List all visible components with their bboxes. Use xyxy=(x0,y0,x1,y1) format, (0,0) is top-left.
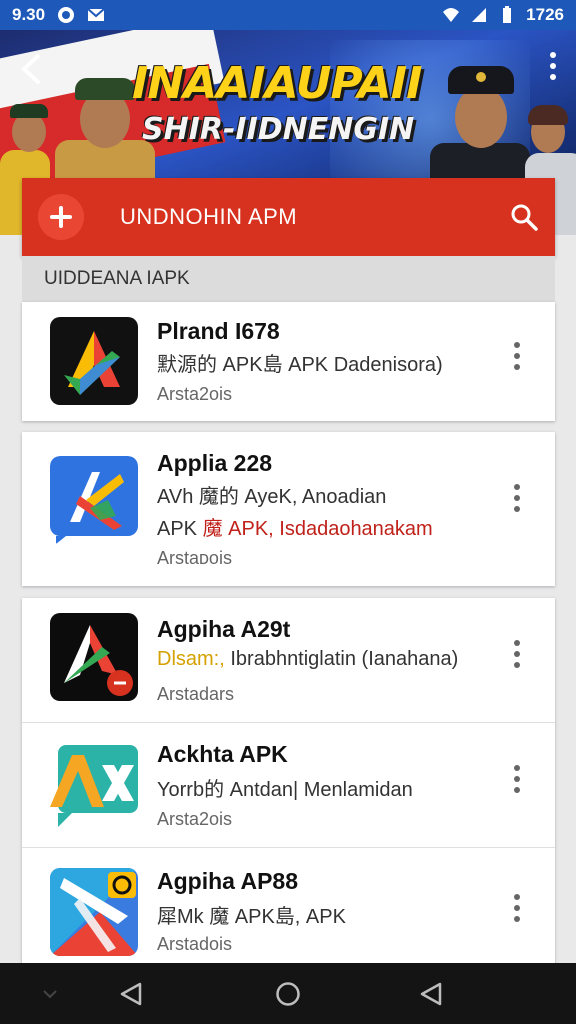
list-item[interactable]: Agpiha AP88 犀Mk 魔 APK島, APK Arstadois xyxy=(22,848,555,968)
app-description: Yorrb的 Antdan| Menlamidan xyxy=(157,779,413,801)
battery-icon xyxy=(503,6,512,23)
list-item[interactable]: Applia 228 AVh 魔的 AyeK, Anoadian APK 魔 A… xyxy=(22,432,555,586)
app-meta: Arstaᴅois xyxy=(157,548,232,568)
app-card: Plrand I678 默源的 APK島 APK Dadenisora) Ars… xyxy=(22,302,555,421)
app-meta: Arstadars xyxy=(157,684,235,704)
app-bar: UNDNOHIN APM xyxy=(22,178,555,256)
list-item[interactable]: Agpiha A29t Dlsam:, Ibrabhntiglatin (Ian… xyxy=(22,598,555,722)
back-triangle-icon[interactable] xyxy=(118,981,144,1007)
app-description: Dlsam:, Ibrabhntiglatin (Ianahana) xyxy=(157,648,458,671)
overflow-menu-icon[interactable] xyxy=(550,52,556,85)
navigation-bar xyxy=(0,963,576,1024)
play-triangle-icon xyxy=(50,868,138,956)
back-arrow-icon[interactable] xyxy=(18,52,44,86)
status-bar: 9.30 1726 xyxy=(0,0,576,30)
app-name: Ackhta APK xyxy=(157,741,288,767)
app-bar-title: UNDNOHIN APM xyxy=(120,204,298,229)
app-meta: Arsta2ois xyxy=(157,809,233,829)
app-card: Applia 228 AVh 魔的 AyeK, Anoadian APK 魔 A… xyxy=(22,432,555,586)
ax-blue-icon xyxy=(50,456,138,544)
home-circle-icon[interactable] xyxy=(275,981,301,1007)
recents-icon[interactable] xyxy=(418,981,444,1007)
wifi-icon xyxy=(443,8,460,22)
app-meta: Arsta2ois xyxy=(157,384,233,404)
app-description: 默源的 APK島 APK Dadenisora) xyxy=(157,354,443,376)
chevron-down-icon[interactable] xyxy=(40,987,60,1001)
signal-icon xyxy=(472,8,487,22)
hero-title-line1: INAAIAUPAII xyxy=(132,58,422,109)
ax-yellow-icon xyxy=(50,739,138,827)
black-triangle-icon xyxy=(50,613,138,701)
app-description-highlight: Dlsam:, xyxy=(157,648,225,670)
row-menu-icon[interactable] xyxy=(514,484,520,517)
app-description-red: 魔 APK, Isdadaohanakam xyxy=(202,518,433,540)
section-header: UIDDEANA IAPK xyxy=(22,256,555,302)
search-icon[interactable] xyxy=(509,202,539,232)
status-time: 9.30 xyxy=(12,5,46,24)
app-description: 犀Mk 魔 APK島, APK xyxy=(157,906,346,928)
app-name: Agpiha A29t xyxy=(157,616,291,642)
app-meta: Arstadois xyxy=(157,934,233,954)
colorful-triangle-icon xyxy=(50,317,138,405)
app-description-text: Ibrabhntiglatin (Ianahana) xyxy=(224,648,459,670)
app-description-secondary: APK 魔 APK, Isdadaohanakam xyxy=(157,512,433,541)
app-card: Agpiha A29t Dlsam:, Ibrabhntiglatin (Ian… xyxy=(22,598,555,968)
row-menu-icon[interactable] xyxy=(514,640,520,673)
hero-title-line2: SHIR-IIDNENGIN xyxy=(142,112,415,147)
add-button[interactable] xyxy=(38,194,84,240)
list-item[interactable]: Ackhta APK Yorrb的 Antdan| Menlamidan Ars… xyxy=(22,723,555,847)
app-description: AVh 魔的 AyeK, Anoadian xyxy=(157,486,387,508)
row-menu-icon[interactable] xyxy=(514,342,520,375)
row-menu-icon[interactable] xyxy=(514,765,520,798)
list-item[interactable]: Plrand I678 默源的 APK島 APK Dadenisora) Ars… xyxy=(22,302,555,421)
app-name: Plrand I678 xyxy=(157,318,280,344)
notification-icon xyxy=(58,7,75,23)
app-description-plain: APK xyxy=(157,518,203,540)
mail-icon xyxy=(87,8,105,21)
app-name: Applia 228 xyxy=(157,450,273,476)
app-name: Agpiha AP88 xyxy=(157,868,299,894)
row-menu-icon[interactable] xyxy=(514,894,520,927)
plus-icon xyxy=(50,206,72,228)
status-clock: 1726 xyxy=(526,5,564,24)
